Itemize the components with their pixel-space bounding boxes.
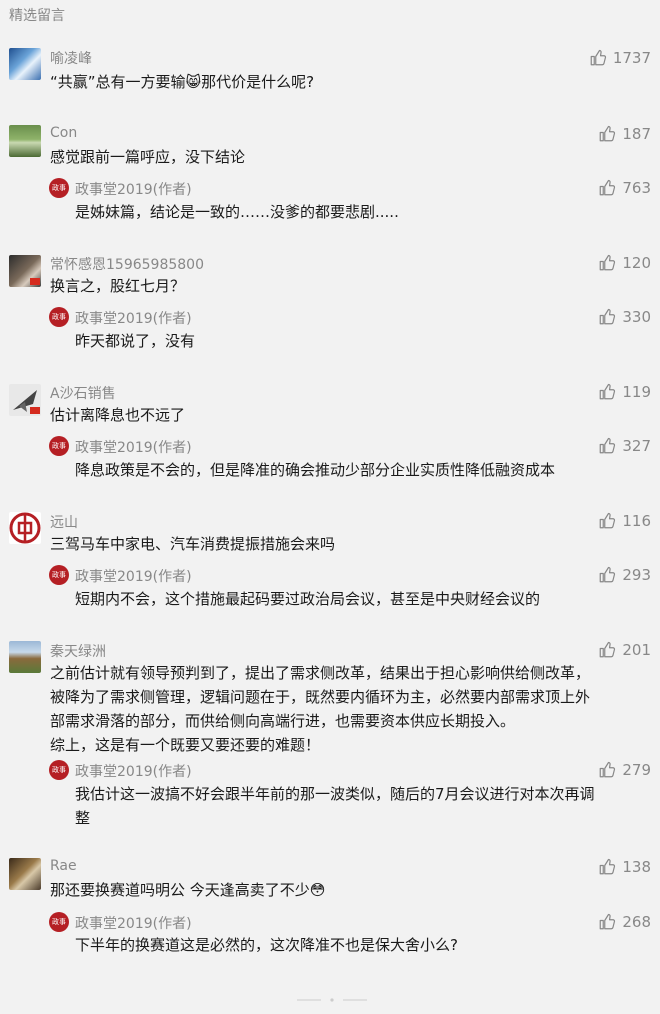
like-button[interactable]: 327 <box>598 436 651 456</box>
comment-text: “共赢”总有一方要输😸那代价是什么呢? <box>50 73 315 91</box>
like-count: 116 <box>622 512 651 530</box>
like-button[interactable]: 201 <box>598 640 651 660</box>
thumbs-up-icon <box>589 49 607 67</box>
comment-text-line: 部需求滑落的部分，而供给侧向高端行进，也需要资本供应长期投入。 <box>50 712 516 730</box>
thumbs-up-icon <box>598 512 616 530</box>
comment-text: 三驾马车中家电、汽车消费提振措施会来吗 <box>50 535 336 553</box>
like-button[interactable]: 268 <box>598 912 651 932</box>
avatar[interactable] <box>9 641 41 673</box>
reply-text-line: 我估计这一波搞不好会跟半年前的那一波类似，随后的7月会议进行对本次再调 <box>75 785 595 803</box>
end-divider <box>297 998 367 1002</box>
seal-avatar-icon: 政事堂 <box>49 178 69 198</box>
comment-text: 之前估计就有领导预判到了，提出了需求侧改革，结果出于担心影响供给侧改革， 被降为… <box>50 661 646 757</box>
thumbs-up-icon <box>598 308 616 326</box>
like-button[interactable]: 763 <box>598 178 651 198</box>
author-name[interactable]: 政事堂2019(作者) <box>75 437 192 457</box>
comment-text: 换言之，股红七月？ <box>50 277 186 295</box>
reply-text: 昨天都说了，没有 <box>75 332 196 350</box>
commenter-name[interactable]: 远山 <box>50 512 78 532</box>
comment-text: 那还要换赛道吗明公 今天逢高卖了不少😳 <box>50 881 326 899</box>
seal-avatar-icon: 政事堂 <box>49 565 69 585</box>
commenter-name[interactable]: Con <box>50 125 77 141</box>
reply-text: 是姊妹篇，结论是一致的……没爹的都要悲剧..... <box>75 203 399 221</box>
thumbs-up-icon <box>598 254 616 272</box>
comment-text-line: 综上，这是有一个既要又要还要的难题！ <box>50 736 321 754</box>
comment-text-line: 被降为了需求侧管理，逻辑问题在于，既然要内循环为主，必然要内部需求顶上外 <box>50 688 591 706</box>
like-button[interactable]: 120 <box>598 253 651 273</box>
reply-text: 短期内不会，这个措施最起码要过政治局会议，甚至是中央财经会议的 <box>75 590 541 608</box>
like-count: 330 <box>622 308 651 326</box>
like-button[interactable]: 279 <box>598 760 651 780</box>
like-button[interactable]: 119 <box>598 382 651 402</box>
thumbs-up-icon <box>598 761 616 779</box>
bank-logo-icon <box>9 512 41 544</box>
like-count: 293 <box>622 566 651 584</box>
thumbs-up-icon <box>598 566 616 584</box>
thumbs-up-icon <box>598 125 616 143</box>
reply-text: 下半年的换赛道这是必然的，这次降准不也是保大舍小么? <box>75 936 458 954</box>
commenter-name[interactable]: 秦天绿洲 <box>50 641 106 661</box>
avatar[interactable] <box>9 512 41 544</box>
like-count: 268 <box>622 913 651 931</box>
like-button[interactable]: 330 <box>598 307 651 327</box>
thumbs-up-icon <box>598 437 616 455</box>
thumbs-up-icon <box>598 858 616 876</box>
like-count: 138 <box>622 858 651 876</box>
comment-text: 估计离降息也不远了 <box>50 406 186 424</box>
like-button[interactable]: 187 <box>598 124 651 144</box>
like-button[interactable]: 293 <box>598 565 651 585</box>
like-count: 201 <box>622 641 651 659</box>
reply-text: 降息政策是不会的，但是降准的确会推动少部分企业实质性降低融资成本 <box>75 461 556 479</box>
flag-icon <box>30 278 40 285</box>
author-name[interactable]: 政事堂2019(作者) <box>75 566 192 586</box>
like-button[interactable]: 1737 <box>589 48 651 68</box>
flag-icon <box>30 407 40 414</box>
like-count: 120 <box>622 254 651 272</box>
author-name[interactable]: 政事堂2019(作者) <box>75 308 192 328</box>
thumbs-up-icon <box>598 913 616 931</box>
avatar[interactable] <box>9 48 41 80</box>
avatar[interactable] <box>9 125 41 157</box>
like-count: 1737 <box>612 49 651 67</box>
thumbs-up-icon <box>598 641 616 659</box>
seal-avatar-icon: 政事堂 <box>49 436 69 456</box>
reply-text: 我估计这一波搞不好会跟半年前的那一波类似，随后的7月会议进行对本次再调 整 <box>75 782 645 830</box>
section-title: 精选留言 <box>9 8 65 24</box>
commenter-name[interactable]: 喻凌峰 <box>50 48 92 68</box>
thumbs-up-icon <box>598 179 616 197</box>
author-name[interactable]: 政事堂2019(作者) <box>75 913 192 933</box>
thumbs-up-icon <box>598 383 616 401</box>
like-button[interactable]: 116 <box>598 511 651 531</box>
like-count: 279 <box>622 761 651 779</box>
seal-avatar-icon: 政事堂 <box>49 912 69 932</box>
like-count: 327 <box>622 437 651 455</box>
seal-avatar-icon: 政事堂 <box>49 307 69 327</box>
seal-avatar-icon: 政事堂 <box>49 760 69 780</box>
author-name[interactable]: 政事堂2019(作者) <box>75 179 192 199</box>
commenter-name[interactable]: A沙石销售 <box>50 383 116 403</box>
commenter-name[interactable]: 常怀感恩15965985800 <box>50 254 204 274</box>
avatar[interactable] <box>9 858 41 890</box>
reply-text-line: 整 <box>75 809 91 827</box>
like-count: 187 <box>622 125 651 143</box>
like-button[interactable]: 138 <box>598 857 651 877</box>
commenter-name[interactable]: Rae <box>50 858 77 874</box>
comment-text-line: 之前估计就有领导预判到了，提出了需求侧改革，结果出于担心影响供给侧改革， <box>50 664 591 682</box>
like-count: 763 <box>622 179 651 197</box>
like-count: 119 <box>622 383 651 401</box>
comment-text: 感觉跟前一篇呼应，没下结论 <box>50 148 246 166</box>
author-name[interactable]: 政事堂2019(作者) <box>75 761 192 781</box>
